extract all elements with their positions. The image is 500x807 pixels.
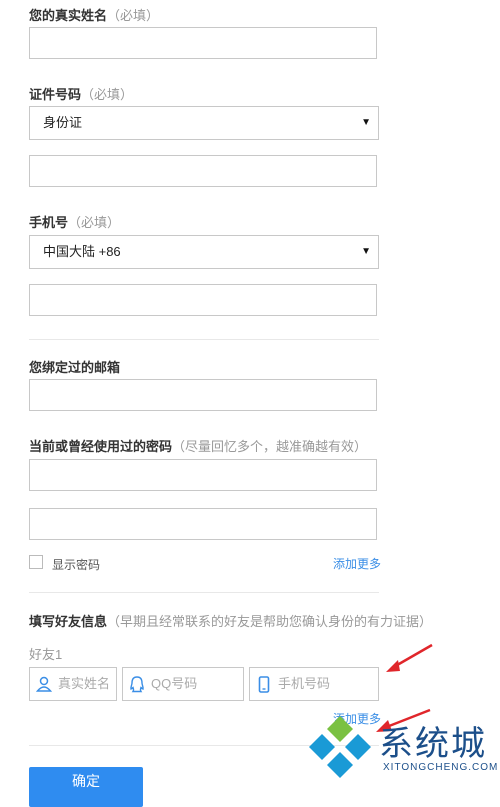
- id-number-input[interactable]: [29, 155, 377, 187]
- friend-qq-input[interactable]: QQ号码: [122, 667, 244, 701]
- watermark-logo: 系统城 XITONGCHENG.COM: [305, 714, 500, 784]
- phone-input[interactable]: [29, 284, 377, 316]
- friend-1-title: 好友1: [29, 647, 63, 662]
- friend-qq-placeholder: QQ号码: [151, 676, 198, 691]
- show-password-label: 显示密码: [52, 558, 101, 572]
- logo-diamond-icon: [309, 716, 371, 778]
- friend-name-input[interactable]: 真实姓名: [29, 667, 117, 701]
- divider: [29, 592, 379, 593]
- red-arrow-icon: [386, 643, 433, 672]
- divider: [29, 339, 379, 340]
- email-label: 您绑定过的邮箱: [29, 360, 121, 375]
- real-name-input[interactable]: [29, 27, 377, 59]
- user-icon: [36, 676, 52, 692]
- password-input-2[interactable]: [29, 508, 377, 540]
- mobile-phone-icon: [258, 676, 270, 693]
- phone-label: 手机号（必填）: [29, 215, 121, 230]
- id-label: 证件号码（必填）: [29, 87, 134, 102]
- show-password-checkbox[interactable]: [29, 555, 43, 569]
- qq-icon: [130, 676, 144, 693]
- password-input-1[interactable]: [29, 459, 377, 491]
- name-label: 您的真实姓名（必填）: [29, 8, 160, 23]
- friend-name-placeholder: 真实姓名: [58, 676, 111, 691]
- country-code-value: 中国大陆 +86: [43, 244, 121, 259]
- email-input[interactable]: [29, 379, 377, 411]
- password-label: 当前或曾经使用过的密码（尽量回忆多个，越准确越有效）: [29, 439, 368, 454]
- watermark-brand: 系统城: [379, 724, 487, 764]
- friend-phone-input[interactable]: 手机号码: [249, 667, 379, 701]
- add-more-password-link[interactable]: 添加更多: [333, 555, 381, 572]
- friend-phone-placeholder: 手机号码: [278, 676, 331, 691]
- country-code-select[interactable]: 中国大陆 +86 ▼: [29, 235, 379, 269]
- watermark-url: XITONGCHENG.COM: [383, 762, 499, 773]
- dropdown-arrow-icon: ▼: [361, 117, 371, 128]
- dropdown-arrow-icon: ▼: [361, 246, 371, 257]
- confirm-button[interactable]: 确定: [29, 767, 143, 807]
- id-type-select[interactable]: 身份证 ▼: [29, 106, 379, 140]
- friend-info-label: 填写好友信息（早期且经常联系的好友是帮助您确认身份的有力证据）: [29, 614, 433, 629]
- id-type-value: 身份证: [43, 115, 83, 130]
